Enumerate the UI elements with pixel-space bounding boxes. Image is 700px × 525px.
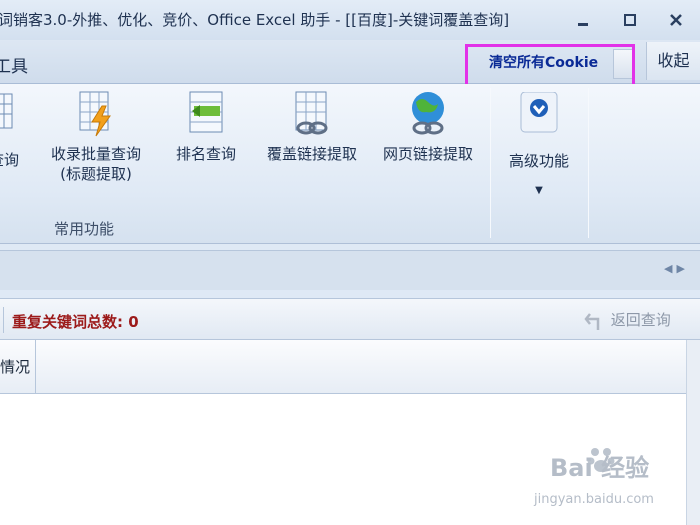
indexed-batch-query-label: 收录批量查询 (标题提取) [50, 145, 141, 183]
window-title: 词销客3.0-外推、优化、竞价、Office Excel 助手 - [[百度]-… [0, 11, 510, 29]
back-arrow-icon [584, 312, 600, 330]
maximize-icon [624, 14, 636, 26]
advanced-icon [520, 92, 558, 133]
minimize-icon [578, 23, 588, 26]
close-button[interactable] [663, 10, 689, 32]
toolbar-divider [3, 307, 4, 333]
query-button[interactable]: 查询 [0, 90, 22, 169]
advanced-functions-button[interactable]: 高级功能 ▼ [500, 84, 578, 234]
back-to-query-label: 返回查询 [610, 311, 671, 329]
lightning-table-icon [79, 91, 111, 137]
rank-query-button[interactable]: 排名查询 [166, 90, 246, 164]
result-toolbar: 重复关键词总数: 0 返回查询 [0, 298, 700, 340]
indexed-batch-query-button[interactable]: 收录批量查询 (标题提取) [46, 90, 146, 184]
vertical-scrollbar[interactable] [686, 340, 700, 525]
close-icon [670, 14, 682, 26]
rank-list-icon [189, 91, 223, 133]
duplicate-keyword-total: 重复关键词总数: 0 [12, 313, 139, 331]
coverage-link-extract-button[interactable]: 覆盖链接提取 [262, 90, 362, 164]
watermark: Bai 经验 jingyan.baidu.com [528, 448, 688, 518]
globe-chain-icon [412, 92, 444, 135]
dropdown-arrow-icon: ▼ [535, 185, 543, 196]
query-label: 查询 [0, 151, 19, 169]
webpage-link-extract-button[interactable]: 网页链接提取 [378, 90, 478, 164]
nav-right-icon[interactable]: ▶ [676, 262, 688, 275]
tab-tools[interactable]: 工具 [0, 52, 28, 77]
column-header[interactable]: 情况 [0, 340, 36, 394]
rank-query-label: 排名查询 [175, 145, 236, 163]
maximize-button[interactable] [617, 10, 643, 32]
table-icon [0, 93, 13, 129]
minimize-button[interactable] [570, 10, 596, 32]
group-separator [490, 88, 491, 238]
chain-table-icon [295, 91, 328, 135]
advanced-label: 高级功能 [508, 152, 569, 170]
grid-header: 情况 [0, 340, 700, 394]
webpage-link-extract-label: 网页链接提取 [382, 145, 473, 163]
back-to-query-button[interactable]: 返回查询 [584, 309, 671, 332]
nav-strip [0, 250, 700, 290]
coverage-link-extract-label: 覆盖链接提取 [266, 145, 357, 163]
ribbon-panel: 查询 收录批量查询 (标题提取) 排名查询 覆盖链接提取 [0, 84, 700, 244]
group-label-common: 常用功能 [54, 220, 115, 238]
nav-left-icon[interactable]: ◀ [664, 262, 676, 275]
collapse-button[interactable]: 收起 [646, 42, 700, 80]
watermark-text: Bai 经验 [550, 454, 650, 482]
group-separator [588, 88, 589, 238]
title-bar: 词销客3.0-外推、优化、竞价、Office Excel 助手 - [[百度]-… [0, 0, 700, 40]
watermark-url: jingyan.baidu.com [534, 492, 654, 507]
nav-arrows[interactable]: ◀▶ [664, 262, 689, 275]
